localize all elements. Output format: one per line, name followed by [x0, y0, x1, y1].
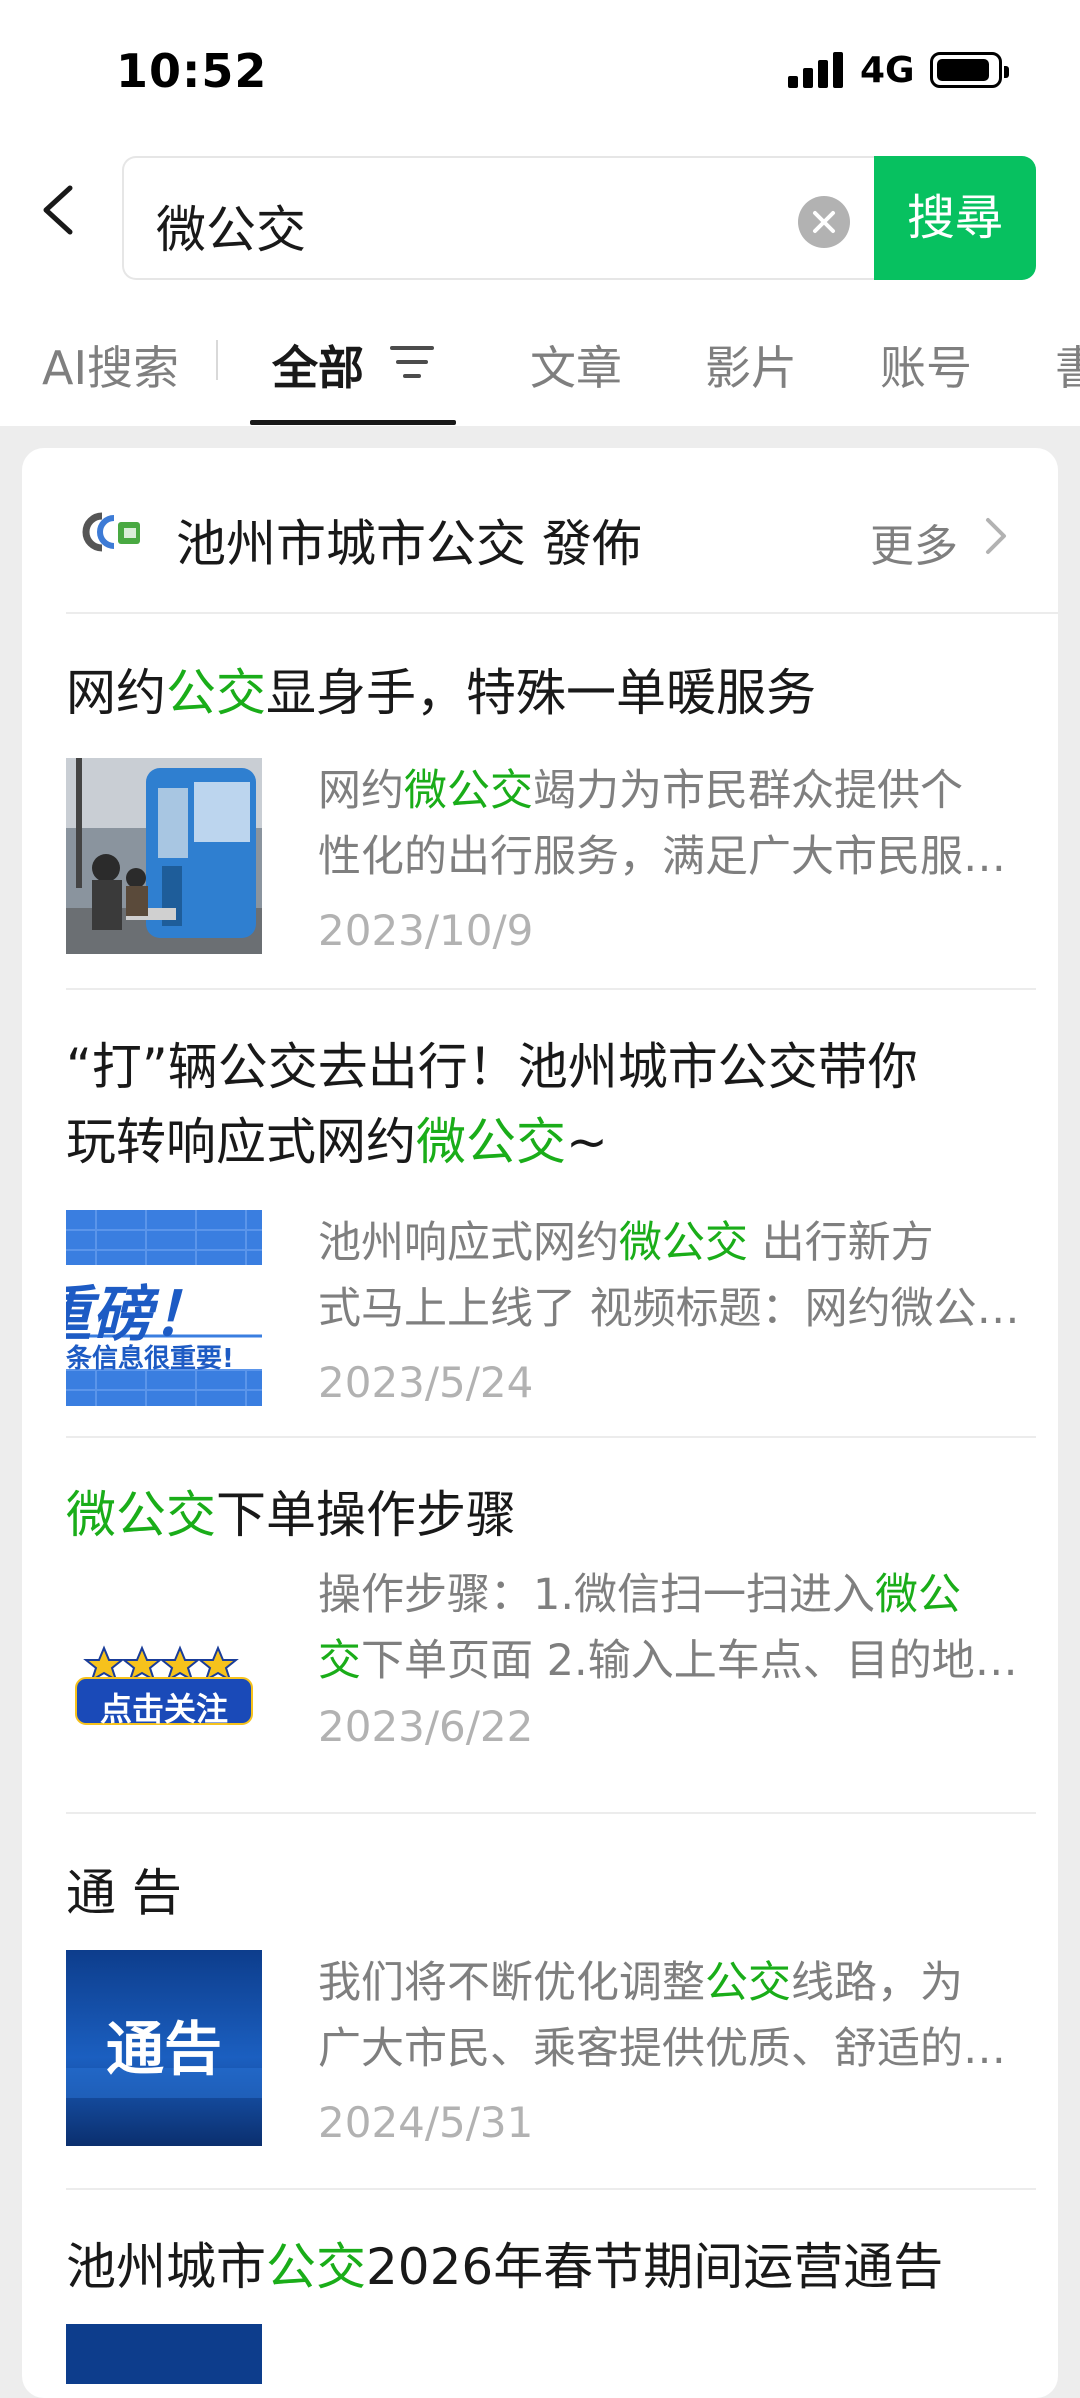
result-title: 通 告: [66, 1864, 182, 1922]
result-summary: 操作步骤：1.微信扫一扫进入微公 交下单页面 2.输入上车点、目的地等信息: [318, 1570, 1028, 1686]
result-item[interactable]: 通 告 通告 我们将不断优化调整公交线路，为 广大市民、乘客提供优质、舒适的出行…: [66, 1856, 1036, 2147]
notice-banner-label: 通告: [105, 2015, 222, 2083]
status-bar: 10:52 4G: [0, 0, 1080, 140]
clear-search-button[interactable]: [798, 196, 850, 248]
tab-accounts[interactable]: 账号: [880, 332, 972, 398]
badge-label: 点击关注: [99, 1690, 228, 1728]
tab-articles[interactable]: 文章: [530, 332, 622, 398]
result-date: 2023/10/9: [318, 906, 534, 955]
result-thumbnail: 通告: [66, 1950, 262, 2146]
divider: [66, 1436, 1036, 1438]
filter-icon[interactable]: [388, 342, 436, 382]
tab-ai-search[interactable]: AI搜索: [42, 332, 179, 398]
tab-books[interactable]: 書: [1055, 332, 1080, 398]
search-query[interactable]: 微公交: [156, 190, 306, 262]
search-header: 微公交 搜尋: [0, 140, 1080, 280]
divider: [66, 2188, 1036, 2190]
signal-icon: [788, 52, 848, 88]
result-title: 微公交下单操作步骤: [66, 1486, 516, 1544]
bus-photo-icon: [66, 758, 262, 954]
status-time: 10:52: [116, 44, 268, 98]
chevron-right-icon: [986, 518, 1006, 554]
battery-icon: [930, 52, 1009, 88]
result-date: 2023/5/24: [318, 1358, 534, 1407]
result-summary: 池州响应式网约微公交 出行新方 式马上上线了 视频标题：网约微公交上线: [318, 1218, 1028, 1334]
follow-badge-icon: [75, 1645, 253, 1725]
result-title: 网约公交显身手，特殊一单暖服务: [66, 664, 816, 722]
tab-bar: AI搜索 全部 文章 影片 账号 書: [0, 280, 1080, 426]
tab-all[interactable]: 全部: [272, 332, 364, 398]
divider: [66, 1812, 1036, 1814]
result-thumbnail: 点击关注: [66, 1580, 262, 1776]
result-thumbnail: [66, 2324, 262, 2384]
search-button[interactable]: 搜尋: [874, 156, 1036, 280]
result-summary: 网约微公交竭力为市民群众提供个 性化的出行服务，满足广大市民服务需求: [318, 766, 1028, 882]
account-name: 池州市城市公交 發佈: [176, 515, 642, 573]
close-icon: [813, 211, 835, 233]
network-label: 4G: [860, 50, 915, 91]
result-item[interactable]: 网约公交显身手，特殊一单暖服务 网约微公交竭力为市民群众提供个 性化的出行服务，…: [66, 656, 1036, 955]
more-link[interactable]: 更多: [870, 510, 958, 574]
tab-videos[interactable]: 影片: [705, 332, 797, 398]
tab-separator: [216, 340, 218, 380]
result-date: 2023/6/22: [318, 1702, 534, 1751]
chevron-left-icon: [43, 185, 73, 235]
result-date: 2024/5/31: [318, 2098, 534, 2147]
active-tab-indicator: [250, 420, 456, 425]
search-input[interactable]: 微公交: [122, 156, 875, 280]
back-button[interactable]: [30, 180, 90, 240]
result-thumbnail: [66, 758, 262, 954]
result-summary: 我们将不断优化调整公交线路，为 广大市民、乘客提供优质、舒适的出行服务: [318, 1958, 1028, 2074]
account-logo-icon: [82, 512, 140, 552]
result-title: “打”辆公交去出行！池州城市公交带你 玩转响应式网约微公交~: [66, 1038, 918, 1171]
divider: [66, 612, 1058, 614]
result-item[interactable]: 微公交下单操作步骤 点击关注 操作步骤：1.微信扫一扫进入微公 交下单页面 2.…: [66, 1478, 1036, 1776]
result-thumbnail: 重磅！ 条信息很重要!: [66, 1210, 262, 1406]
results-card: 池州市城市公交 發佈 更多 网约公交显身手，特殊一单暖服务 网约微公交竭力为市民…: [22, 448, 1058, 2398]
account-header[interactable]: 池州市城市公交 發佈 更多: [22, 448, 1058, 614]
banner-subline: 条信息很重要!: [66, 1344, 234, 1374]
divider: [66, 988, 1036, 990]
result-item[interactable]: “打”辆公交去出行！池州城市公交带你 玩转响应式网约微公交~ 重磅！ 条信息很重…: [66, 1030, 1036, 1407]
result-item[interactable]: 池州城市公交2026年春节期间运营通告: [66, 2230, 1036, 2390]
result-title: 池州城市公交2026年春节期间运营通告: [66, 2238, 944, 2296]
